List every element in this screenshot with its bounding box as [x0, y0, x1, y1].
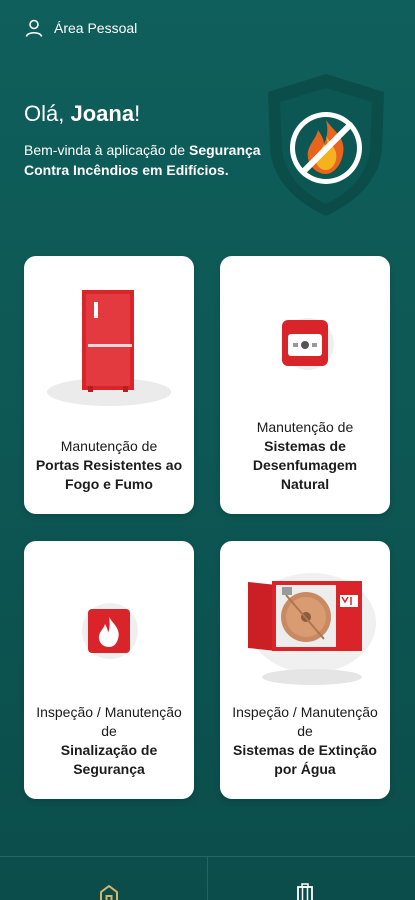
building-icon[interactable]: [294, 883, 316, 900]
fire-hose-cabinet-illustration: [248, 573, 376, 685]
bottom-navigation: [0, 856, 415, 900]
fire-door-illustration: [47, 290, 171, 406]
card-subtitle: Manutenção de: [256, 419, 354, 435]
card-title: Sinalização de Segurança: [60, 742, 158, 777]
home-icon[interactable]: [98, 883, 120, 900]
card-subtitle: Inspeção / Manutenção de: [36, 704, 182, 739]
no-fire-shield-icon: [268, 74, 384, 216]
smoke-control-panel-illustration: [282, 318, 334, 370]
personal-area-link[interactable]: Área Pessoal: [24, 18, 137, 38]
card-smoke-extraction[interactable]: Manutenção de Sistemas de Desenfumagem N…: [220, 256, 390, 514]
card-subtitle: Manutenção de: [60, 438, 158, 454]
greeting-prefix: Olá,: [24, 101, 71, 126]
card-caption: Inspeção / Manutenção de Sinalização de …: [32, 703, 186, 779]
card-caption: Inspeção / Manutenção de Sistemas de Ext…: [228, 703, 382, 779]
card-caption: Manutenção de Portas Resistentes ao Fogo…: [32, 437, 186, 494]
intro-text: Bem-vinda à aplicação de Segurança Contr…: [24, 140, 264, 180]
user-name: Joana: [70, 101, 135, 126]
card-title: Sistemas de Extinção por Água: [233, 742, 377, 777]
card-safety-signage[interactable]: Inspeção / Manutenção de Sinalização de …: [24, 541, 194, 799]
personal-area-label: Área Pessoal: [54, 20, 138, 36]
card-fire-doors[interactable]: Manutenção de Portas Resistentes ao Fogo…: [24, 256, 194, 514]
greeting: Olá, Joana!: [24, 100, 140, 128]
nav-divider: [207, 857, 208, 900]
user-icon: [25, 19, 43, 37]
card-water-extinguishing[interactable]: Inspeção / Manutenção de Sistemas de Ext…: [220, 541, 390, 799]
intro-lead: Bem-vinda à aplicação de: [24, 142, 189, 158]
card-subtitle: Inspeção / Manutenção de: [232, 704, 378, 739]
card-title: Portas Resistentes ao Fogo e Fumo: [35, 457, 183, 492]
fire-sign-illustration: [82, 603, 138, 659]
greeting-suffix: !: [134, 101, 141, 126]
card-title: Sistemas de Desenfumagem Natural: [252, 438, 358, 492]
card-caption: Manutenção de Sistemas de Desenfumagem N…: [228, 418, 382, 494]
